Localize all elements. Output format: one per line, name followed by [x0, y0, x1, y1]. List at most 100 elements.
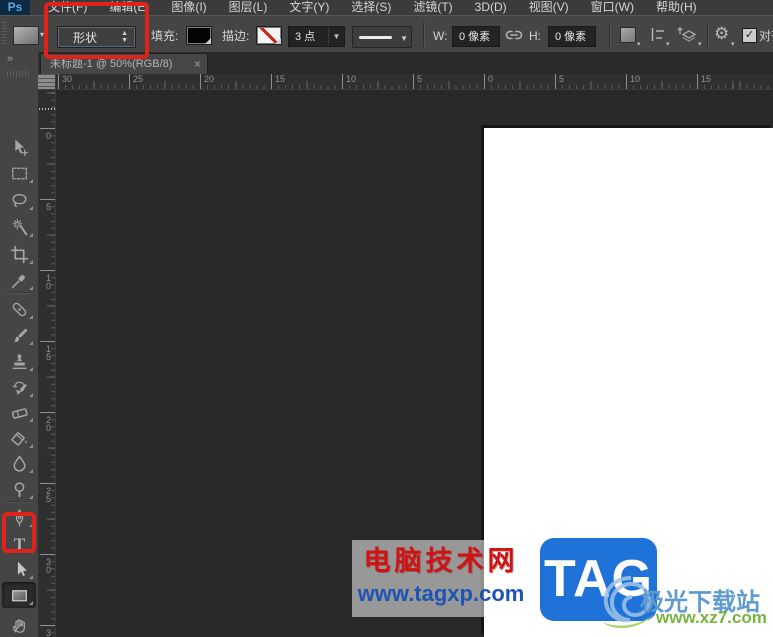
fill-label: 填充: — [151, 29, 179, 43]
tool-brush[interactable] — [2, 322, 36, 348]
separator — [423, 22, 425, 47]
eraser-icon — [9, 402, 30, 423]
path-alignment-icon[interactable] — [648, 26, 668, 48]
tool-blur[interactable] — [2, 450, 36, 476]
lasso-icon — [9, 190, 30, 211]
tool-rectangular-marquee[interactable] — [2, 160, 36, 186]
tool-pen[interactable] — [2, 504, 36, 530]
tool-eyedropper[interactable] — [2, 267, 36, 293]
menu-item[interactable]: 帮助(H) — [645, 0, 708, 15]
menu-item[interactable]: 图层(L) — [218, 0, 279, 15]
menu-item[interactable]: 文件(F) — [37, 0, 98, 15]
tool-eraser[interactable] — [2, 399, 36, 425]
ruler-label: 5 — [45, 202, 51, 212]
ruler-label: 3 0 — [45, 557, 51, 575]
ruler-label: 3 5 — [45, 628, 51, 637]
tool-lasso[interactable] — [2, 187, 36, 213]
ruler-label: 2 0 — [45, 415, 51, 433]
fill-color-swatch[interactable] — [186, 26, 212, 45]
tool-healing-brush[interactable] — [2, 296, 36, 322]
stroke-width-dropdown-arrow[interactable]: ▼ — [328, 27, 344, 46]
preset-dropdown-arrow[interactable]: ▾ — [40, 31, 44, 39]
ruler-label: 0 — [45, 131, 51, 141]
stroke-width-field[interactable]: 3 点 ▼ — [288, 26, 345, 47]
document-tab-title: 未标题-1 @ 50%(RGB/8) — [50, 58, 173, 70]
menu-item[interactable]: 窗口(W) — [580, 0, 645, 15]
menu-item[interactable]: 图像(I) — [160, 0, 217, 15]
menu-item[interactable]: 文字(Y) — [278, 0, 340, 15]
horizontal-ruler[interactable]: 30 25 20 15 10 5 0 5 10 15 — [56, 74, 773, 90]
ruler-label: 0 — [488, 74, 494, 84]
menu-item[interactable]: 滤镜(T) — [402, 0, 463, 15]
menu-items: 文件(F) 编辑(E) 图像(I) 图层(L) 文字(Y) 选择(S) 滤镜(T) 3D(D)… — [37, 0, 708, 15]
tool-paint-bucket[interactable] — [2, 425, 36, 451]
path-arrangement-dropdown-arrow: ▾ — [698, 41, 702, 48]
tools-panel-grip[interactable] — [7, 71, 31, 77]
eyedropper-icon — [9, 270, 30, 291]
ruler-label: 5 — [559, 74, 565, 84]
ruler-major-tick — [697, 74, 698, 89]
tool-crop[interactable] — [2, 241, 36, 267]
width-input[interactable]: 0 像素 — [452, 26, 500, 47]
menu-item[interactable]: 选择(S) — [340, 0, 402, 15]
tool-history-brush[interactable] — [2, 374, 36, 400]
ruler-label: 2 5 — [45, 486, 51, 504]
ruler-major-tick — [40, 270, 55, 271]
tool-dodge[interactable] — [2, 476, 36, 502]
blur-icon — [9, 453, 30, 474]
tool-move[interactable] — [2, 134, 36, 160]
ruler-label: 20 — [204, 74, 215, 84]
menu-item[interactable]: 编辑(E) — [98, 0, 160, 15]
ruler-label: 10 — [630, 74, 641, 84]
path-alignment-dropdown-arrow: ▾ — [666, 41, 670, 48]
gear-icon[interactable]: ⚙ — [714, 25, 729, 43]
ruler-origin-box[interactable] — [38, 74, 56, 90]
tool-path-selection[interactable] — [2, 556, 36, 582]
tool-magic-wand[interactable] — [2, 214, 36, 240]
ruler-label: 30 — [62, 74, 73, 84]
type-icon: T — [9, 533, 30, 554]
healing-brush-icon — [9, 299, 30, 320]
ruler-major-tick — [129, 74, 130, 89]
height-label: H: — [529, 29, 541, 43]
separator — [707, 22, 709, 47]
stroke-style-preview — [359, 36, 392, 39]
options-bar-grip[interactable] — [2, 22, 7, 46]
watermark-xz7: 极光下载站 www.xz7.com — [596, 570, 773, 634]
path-operations-dropdown-arrow: ▾ — [637, 41, 641, 48]
ruler-major-tick — [626, 74, 627, 89]
tool-type[interactable]: T — [2, 530, 36, 556]
tools-panel: » T ⇄ — [0, 52, 39, 637]
ruler-label: 1 0 — [45, 273, 51, 291]
watermark-xz7-url: www.xz7.com — [656, 608, 767, 627]
stroke-color-swatch[interactable] — [256, 26, 282, 45]
ruler-label: 15 — [701, 74, 712, 84]
ruler-major-tick — [40, 128, 55, 129]
options-bar: ▾ 形状 ▲ ▼ 填充: 描边: 3 点 ▼ ▼ W: 0 像素 H: 0 像素 … — [0, 15, 773, 54]
watermark-tagxp: 电脑技术网 www.tagxp.com — [352, 540, 530, 617]
tool-hand[interactable] — [2, 612, 36, 637]
ruler-marker — [39, 108, 55, 110]
menu-item[interactable]: 视图(V) — [518, 0, 580, 15]
document-tab[interactable]: 未标题-1 @ 50%(RGB/8) × — [40, 53, 208, 74]
photoshop-logo: Ps — [0, 0, 30, 15]
photoshop-window: Ps 文件(F) 编辑(E) 图像(I) 图层(L) 文字(Y) 选择(S) 滤镜(T) 3D… — [0, 0, 773, 637]
tab-close-icon[interactable]: × — [194, 54, 201, 74]
align-edges-checkbox[interactable]: ✓ — [742, 28, 757, 43]
collapse-panel-icon[interactable]: » — [7, 53, 13, 65]
ruler-label: 10 — [346, 74, 357, 84]
marquee-icon — [9, 163, 30, 184]
link-dimensions-icon[interactable] — [504, 28, 524, 47]
vertical-ruler[interactable]: 0 5 1 0 1 5 2 0 2 5 3 0 3 5 — [38, 90, 56, 637]
path-operations-icon[interactable] — [620, 27, 636, 43]
hand-icon — [9, 615, 30, 636]
menu-item[interactable]: 3D(D) — [464, 0, 518, 15]
stroke-style-dropdown-arrow: ▼ — [400, 34, 408, 43]
height-input[interactable]: 0 像素 — [548, 26, 596, 47]
rectangle-preset-icon[interactable] — [13, 26, 39, 45]
path-arrangement-icon[interactable] — [676, 25, 700, 49]
stroke-style-dropdown[interactable]: ▼ — [352, 26, 412, 48]
tool-rectangle[interactable] — [2, 582, 36, 608]
tool-mode-select[interactable]: 形状 ▲ ▼ — [57, 26, 136, 48]
tool-clone-stamp[interactable] — [2, 348, 36, 374]
